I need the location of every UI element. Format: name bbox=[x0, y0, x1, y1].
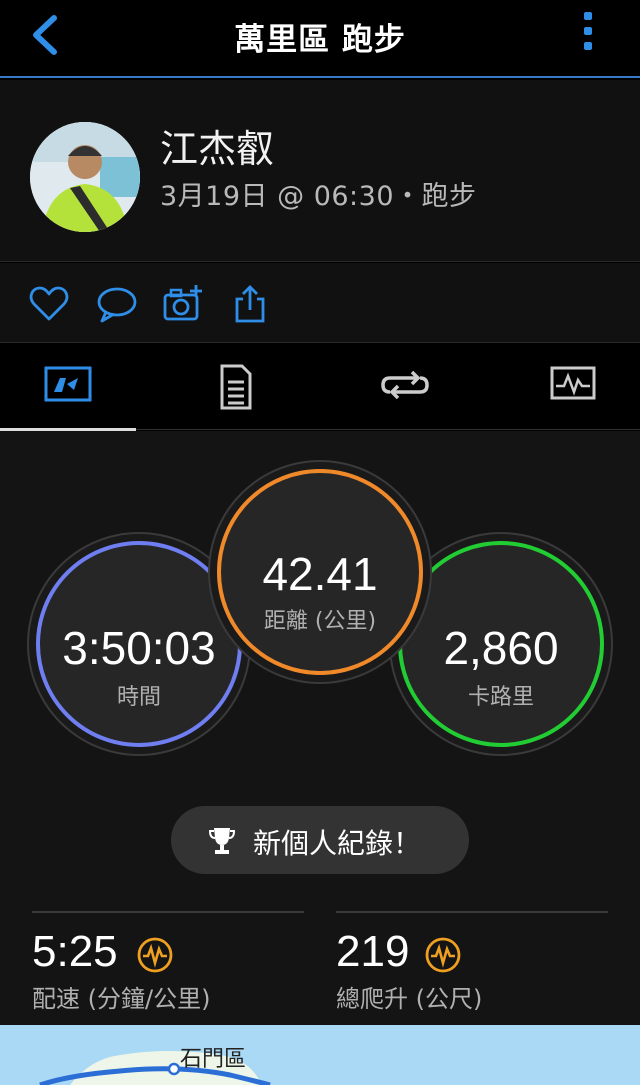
distance-label: 距離 (公里) bbox=[263, 609, 377, 634]
comment-icon bbox=[97, 287, 137, 323]
more-dot-icon bbox=[584, 12, 592, 20]
time-label: 時間 bbox=[116, 685, 161, 710]
pace-label: 配速 (分鐘/公里) bbox=[32, 985, 211, 1013]
share-icon bbox=[235, 285, 265, 323]
user-photo-icon bbox=[30, 122, 140, 232]
route-map[interactable]: 石門區 bbox=[0, 1025, 640, 1085]
add-photo-icon bbox=[163, 285, 202, 321]
elevation-label: 總爬升 (公尺) bbox=[336, 985, 483, 1013]
tab-laps[interactable] bbox=[336, 344, 472, 430]
stats-tab-icon bbox=[44, 366, 92, 402]
social-actions bbox=[0, 263, 640, 343]
personal-record-button[interactable]: 新個人紀錄！ bbox=[171, 806, 469, 874]
tab-details[interactable] bbox=[170, 344, 306, 430]
user-name[interactable]: 江杰叡 bbox=[160, 118, 274, 173]
more-dot-icon bbox=[584, 42, 592, 50]
calories-label: 卡路里 bbox=[467, 685, 534, 710]
activity-owner: 江杰叡 3月19日 @ 06:30・跑步 bbox=[0, 80, 640, 262]
heart-icon bbox=[29, 286, 69, 321]
trophy-icon bbox=[209, 828, 235, 854]
calories-value: 2,860 bbox=[443, 622, 559, 674]
time-stat: 3:50:03 時間 bbox=[36, 541, 242, 747]
activity-meta: 3月19日 @ 06:30・跑步 bbox=[160, 181, 477, 212]
pace-divider bbox=[32, 911, 304, 913]
pace-value: 5:25 bbox=[32, 927, 118, 976]
personal-record-label: 新個人紀錄！ bbox=[253, 827, 422, 860]
comment-button[interactable] bbox=[96, 283, 138, 325]
distance-value: 42.41 bbox=[262, 548, 378, 600]
add-photo-button[interactable] bbox=[162, 283, 204, 325]
map-place-label: 石門區 bbox=[180, 1047, 247, 1072]
avatar[interactable] bbox=[30, 122, 140, 232]
time-value: 3:50:03 bbox=[62, 622, 216, 674]
charts-tab-icon bbox=[550, 366, 596, 400]
elevation-value: 219 bbox=[336, 927, 410, 976]
tab-stats[interactable] bbox=[0, 344, 136, 431]
like-button[interactable] bbox=[28, 283, 70, 325]
activity-tabs bbox=[0, 344, 640, 431]
distance-stat: 42.41 距離 (公里) bbox=[217, 469, 423, 675]
more-dot-icon bbox=[584, 27, 592, 35]
map-land-icon bbox=[39, 1025, 640, 1085]
calories-stat: 2,860 卡路里 bbox=[398, 541, 604, 747]
share-button[interactable] bbox=[230, 283, 272, 325]
laps-tab-icon bbox=[381, 370, 429, 400]
top-bar: 萬里區 跑步 bbox=[0, 0, 640, 78]
pace-highlight-icon[interactable] bbox=[136, 936, 174, 974]
tab-charts[interactable] bbox=[506, 344, 640, 430]
elevation-divider bbox=[336, 911, 608, 913]
activity-summary: 3:50:03 時間 2,860 卡路里 42.41 距離 (公里) 新個人紀錄… bbox=[0, 431, 640, 1025]
page-title: 萬里區 跑步 bbox=[234, 22, 406, 58]
more-options-button[interactable] bbox=[580, 12, 596, 58]
elevation-highlight-icon[interactable] bbox=[424, 936, 462, 974]
details-tab-icon bbox=[220, 364, 252, 410]
